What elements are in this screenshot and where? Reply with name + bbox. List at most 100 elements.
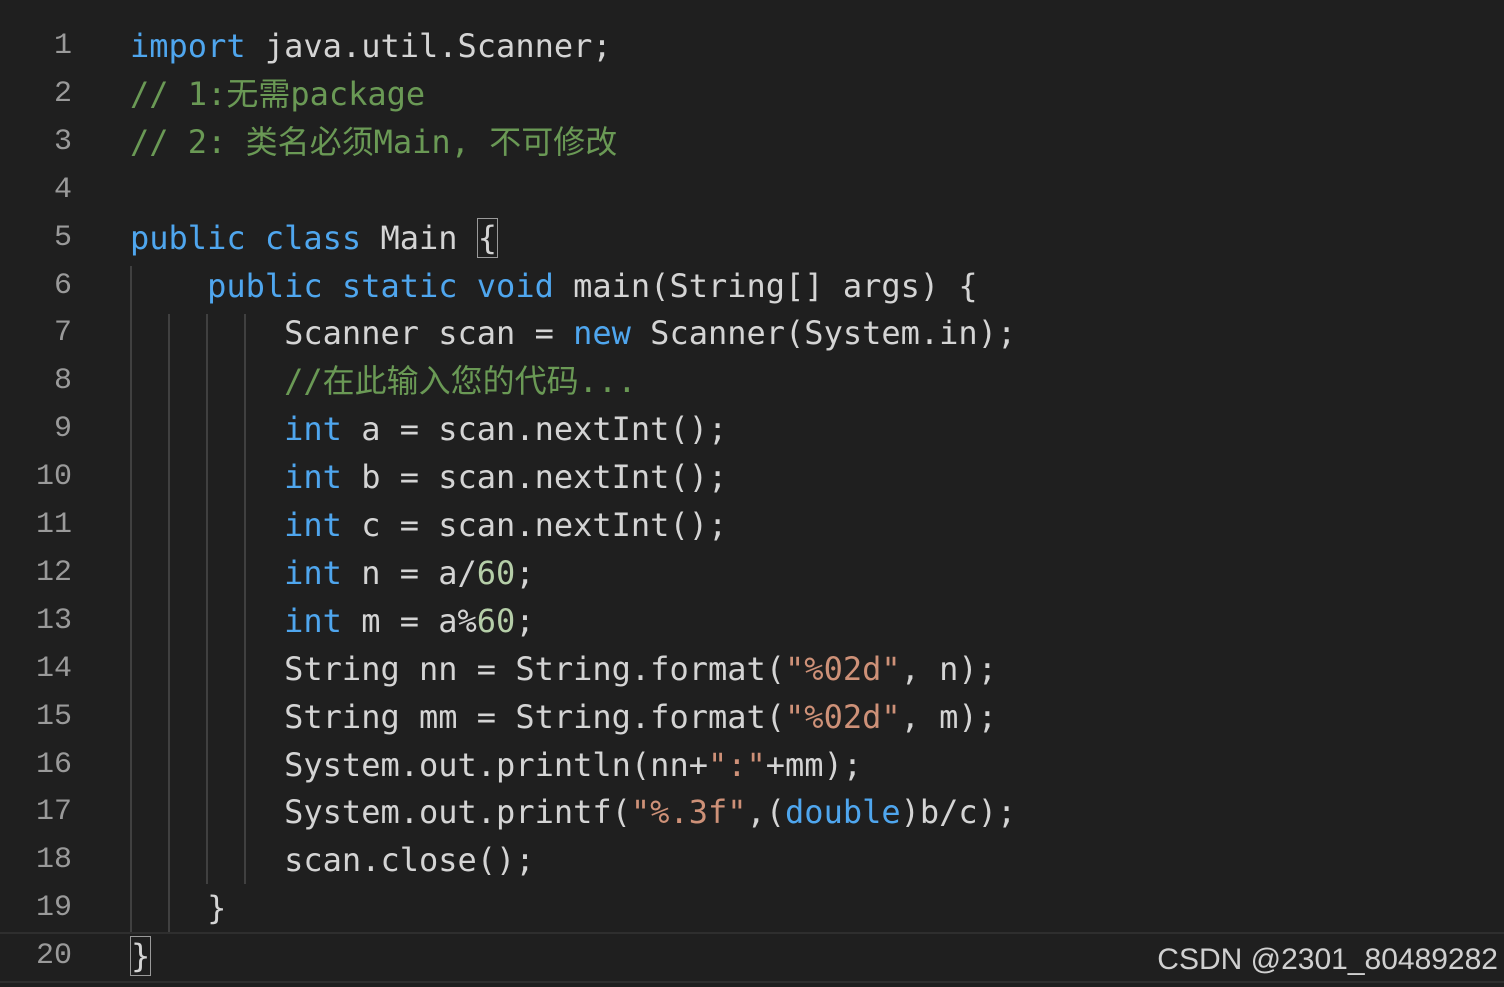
code-token: public — [207, 266, 323, 305]
code-token: Main — [361, 218, 477, 257]
code-token: n = a/ — [341, 553, 477, 592]
code-token: int — [284, 601, 342, 640]
code-token: int — [284, 506, 342, 544]
code-line[interactable]: 6 public static void main(String[] args)… — [0, 262, 1504, 310]
code-token: double — [785, 793, 901, 832]
code-line[interactable]: 8 //在此输入您的代码... — [0, 357, 1504, 405]
code-line[interactable]: 4 — [0, 166, 1504, 214]
code-line[interactable]: 10 int b = scan.nextInt(); — [0, 453, 1504, 501]
code-token: // 2: 类名必须Main, 不可修改 — [130, 122, 618, 161]
code-text: System.out.printf("%.3f",(double)b/c); — [130, 796, 1016, 828]
code-token: // 1:无需package — [130, 74, 426, 113]
code-token: 60 — [476, 553, 516, 592]
code-text: int m = a%60; — [130, 601, 535, 640]
code-token: scan.close(); — [130, 841, 535, 880]
code-token: "%.3f" — [630, 793, 747, 832]
code-line[interactable]: 7 Scanner scan = new Scanner(System.in); — [0, 309, 1504, 357]
watermark: CSDN @2301_80489282 — [1157, 943, 1498, 976]
code-token: int — [284, 553, 342, 592]
code-text: System.out.println(nn+":"+mm); — [130, 749, 862, 781]
code-token: java.util.Scanner; — [245, 27, 612, 65]
code-text: int b = scan.nextInt(); — [130, 461, 727, 493]
code-text: String nn = String.format("%02d", n); — [130, 653, 997, 685]
code-token: new — [573, 314, 631, 353]
code-token: } — [130, 889, 227, 928]
code-text: int c = scan.nextInt(); — [130, 509, 727, 541]
code-token: "%02d" — [785, 697, 901, 736]
line-number: 20 — [35, 939, 72, 974]
code-line[interactable]: 17 System.out.printf("%.3f",(double)b/c)… — [0, 788, 1504, 836]
matched-bracket: } — [130, 936, 152, 977]
code-text: // 1:无需package — [130, 78, 425, 110]
code-line[interactable]: 14 String nn = String.format("%02d", n); — [0, 645, 1504, 693]
line-number: 3 — [53, 124, 72, 159]
line-number: 19 — [35, 891, 72, 926]
code-token: System.out.printf( — [130, 793, 631, 832]
code-line[interactable]: 18 scan.close(); — [0, 836, 1504, 884]
code-token: , m); — [900, 697, 997, 736]
code-token: ,( — [746, 793, 786, 832]
code-token: ; — [515, 553, 535, 592]
code-token: Scanner(System.in); — [630, 314, 1017, 353]
code-line[interactable]: 3 // 2: 类名必须Main, 不可修改 — [0, 118, 1504, 166]
line-number: 4 — [53, 172, 72, 207]
code-line[interactable]: 2 // 1:无需package — [0, 70, 1504, 118]
code-line[interactable]: 5 public class Main { — [0, 214, 1504, 262]
code-line[interactable]: 15 String mm = String.format("%02d", m); — [0, 693, 1504, 741]
code-token: public — [130, 218, 246, 257]
code-token: c = scan.nextInt(); — [341, 506, 728, 544]
code-token: Scanner scan = — [130, 314, 574, 353]
code-token: , n); — [900, 649, 997, 688]
code-text: Scanner scan = new Scanner(System.in); — [130, 317, 1016, 349]
code-token: ; — [515, 601, 535, 640]
code-token: String mm = String.format( — [130, 697, 786, 736]
code-text: scan.close(); — [130, 841, 535, 880]
line-number: 7 — [53, 316, 72, 351]
line-number: 13 — [35, 603, 72, 638]
code-token: int — [284, 458, 342, 497]
code-text: import java.util.Scanner; — [130, 30, 612, 62]
code-token: ":" — [707, 745, 766, 784]
code-line[interactable]: 19 } — [0, 884, 1504, 932]
code-text: // 2: 类名必须Main, 不可修改 — [130, 126, 617, 158]
line-number: 14 — [35, 651, 72, 686]
code-text: int a = scan.nextInt(); — [130, 413, 727, 445]
code-token: //在此输入您的代码... — [284, 362, 637, 401]
line-number: 16 — [35, 747, 72, 782]
line-number: 9 — [53, 412, 72, 447]
line-number: 5 — [53, 220, 72, 255]
code-token: import — [130, 27, 246, 65]
code-token: )b/c); — [900, 793, 1017, 832]
code-text: public static void main(String[] args) { — [130, 270, 978, 302]
line-number: 1 — [53, 29, 72, 63]
code-token: 60 — [476, 601, 516, 640]
line-number: 8 — [53, 364, 72, 399]
line-number: 18 — [35, 843, 72, 878]
code-line[interactable]: 11 int c = scan.nextInt(); — [0, 501, 1504, 549]
line-number: 6 — [53, 268, 72, 303]
code-line[interactable]: 16 System.out.println(nn+":"+mm); — [0, 741, 1504, 789]
code-line[interactable]: 13 int m = a%60; — [0, 597, 1504, 645]
code-token: +mm); — [765, 745, 863, 784]
code-text: String mm = String.format("%02d", m); — [130, 701, 997, 733]
code-token: static — [341, 266, 458, 305]
code-line[interactable]: 12 int n = a/60; — [0, 549, 1504, 597]
line-number: 11 — [35, 508, 72, 542]
line-number: 2 — [53, 76, 72, 111]
code-text: } — [130, 936, 152, 977]
code-line[interactable]: 9 int a = scan.nextInt(); — [0, 405, 1504, 453]
code-token: int — [284, 410, 342, 449]
code-token: b = scan.nextInt(); — [341, 458, 728, 497]
code-line[interactable]: 1 import java.util.Scanner; — [0, 22, 1504, 70]
line-number: 15 — [35, 699, 72, 734]
code-editor[interactable]: 1 import java.util.Scanner; 2 // 1:无需packag… — [0, 0, 1504, 987]
